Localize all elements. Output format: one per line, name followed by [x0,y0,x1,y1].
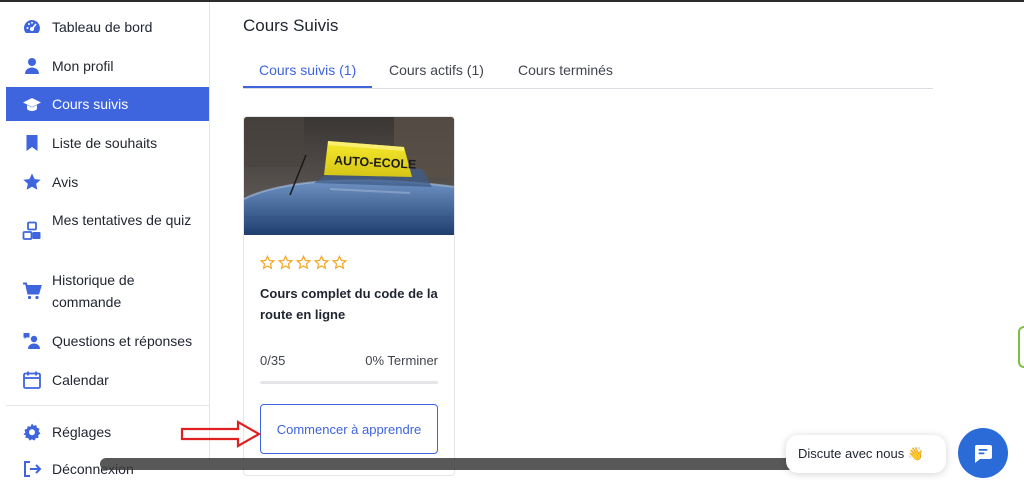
user-icon [22,56,42,76]
sidebar-item-label: Liste de souhaits [52,135,158,151]
rating-stars [260,255,347,270]
active-tab-indicator [243,86,372,88]
logout-icon [22,459,42,479]
chat-prompt-bubble[interactable]: Discute avec nous 👋 [786,435,946,473]
question-answer-icon [22,331,42,351]
star-outline-icon [314,255,329,270]
tab-completed-courses[interactable]: Cours terminés [518,62,613,78]
chat-icon [974,445,992,463]
sidebar-item-dashboard[interactable]: Tableau de bord [6,16,209,38]
sidebar-item-label: Questions et réponses [52,333,193,349]
tab-enrolled-courses[interactable]: Cours suivis (1) [259,62,356,78]
graduation-cap-icon [22,94,42,114]
sidebar-item-questions-answers[interactable]: Questions et réponses [6,330,209,352]
progress-count: 0/35 [260,353,286,368]
sidebar-item-reviews[interactable]: Avis [6,171,209,193]
red-arrow-annotation-icon [180,420,262,448]
sidebar-item-label: Historique de commande [52,272,135,310]
sidebar-item-label: Cours suivis [52,96,129,112]
start-learning-button[interactable]: Commencer à apprendre [260,404,438,454]
gear-icon [22,422,42,442]
page-title: Cours Suivis [243,16,339,35]
sidebar-item-wishlist[interactable]: Liste de souhaits [6,132,209,154]
course-card: AUTO-ECOLE Cours complet du code de la r… [243,116,455,476]
star-outline-icon [278,255,293,270]
sidebar-nav: Tableau de bord Mon profil Cours suivis … [0,2,210,477]
tab-active-courses[interactable]: Cours actifs (1) [389,62,484,78]
sidebar-item-label: Calendar [52,372,109,388]
sidebar-item-label: Tableau de bord [52,19,153,35]
course-tabs: Cours suivis (1) Cours actifs (1) Cours … [243,58,933,89]
progress-percent: 0% Terminer [365,353,438,368]
sidebar-divider [6,405,209,406]
sidebar-item-label: Réglages [52,424,112,440]
course-thumbnail-image[interactable]: AUTO-ECOLE [244,117,455,235]
horizontal-scrollbar[interactable] [100,458,837,470]
sidebar-item-profile[interactable]: Mon profil [6,55,209,77]
sidebar-item-calendar[interactable]: Calendar [6,369,209,391]
star-outline-icon [332,255,347,270]
sidebar-item-label: Mon profil [52,58,114,74]
bookmark-icon [22,133,42,153]
calendar-icon [22,370,42,390]
star-icon [22,172,42,192]
sidebar-item-quiz-attempts[interactable]: Mes tentatives de quiz [6,209,209,241]
star-outline-icon [260,255,275,270]
chat-launcher-button[interactable] [958,428,1008,478]
sidebar-item-label: Avis [52,174,79,190]
sidebar-item-enrolled-courses[interactable]: Cours suivis [6,87,209,121]
progress-bar [260,381,438,384]
sidebar-item-order-history[interactable]: Historique de commande [6,269,209,313]
star-outline-icon [296,255,311,270]
shopping-cart-icon [22,281,42,301]
quiz-blocks-icon [22,221,42,241]
dashboard-gauge-icon [22,17,42,37]
sidebar-item-label: Mes tentatives de quiz [52,212,192,228]
side-feedback-tab[interactable] [1018,326,1024,368]
sidebar-item-settings[interactable]: Réglages [6,421,209,443]
course-title[interactable]: Cours complet du code de la route en lig… [260,283,442,325]
